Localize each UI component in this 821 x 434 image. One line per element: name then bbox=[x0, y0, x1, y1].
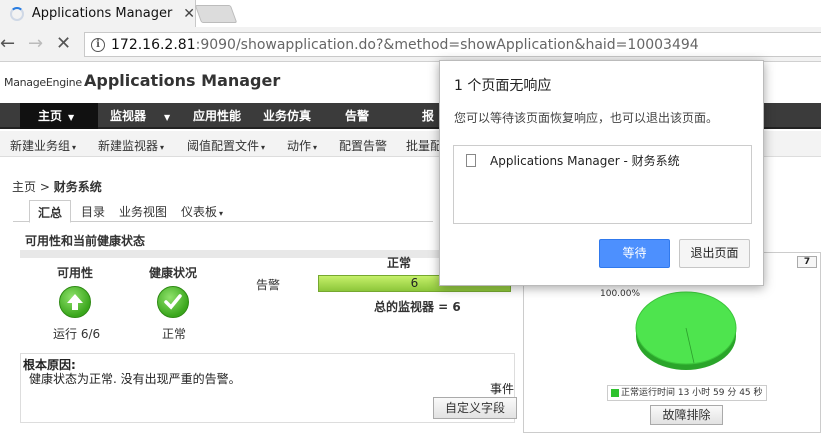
breadcrumb: 主页 > 财务系统 bbox=[12, 178, 102, 195]
dialog-page-list: Applications Manager - 财务系统 bbox=[453, 145, 752, 224]
close-tab-icon[interactable]: ✕ bbox=[183, 6, 195, 22]
normal-label: 正常 bbox=[387, 256, 412, 270]
tab-summary[interactable]: 汇总 bbox=[29, 200, 72, 223]
chevron-down-icon: ▾ bbox=[219, 209, 224, 218]
nav-monitors[interactable]: 监视器 ▼ bbox=[110, 103, 170, 129]
chevron-down-icon: ▾ bbox=[160, 143, 165, 152]
subnav-new-business-group[interactable]: 新建业务组 ▾ bbox=[10, 137, 76, 154]
pie-percent-label: 100.00% bbox=[600, 289, 641, 299]
root-cause-panel: 根本原因: 健康状态为正常. 没有出现严重的告警。 事件 自定义字段 bbox=[20, 353, 517, 423]
new-tab-button[interactable] bbox=[194, 5, 238, 23]
troubleshoot-button[interactable]: 故障排除 bbox=[650, 405, 723, 425]
health-status[interactable]: 正常 bbox=[162, 325, 186, 342]
chevron-down-icon: ▾ bbox=[72, 143, 77, 152]
nav-alarms[interactable]: 告警 bbox=[345, 103, 369, 129]
subnav-new-monitor[interactable]: 新建监视器 ▾ bbox=[98, 137, 164, 154]
events-label: 事件 bbox=[489, 382, 514, 396]
breadcrumb-home[interactable]: 主页 bbox=[12, 180, 36, 194]
tab-business-view[interactable]: 业务视图 bbox=[119, 203, 167, 220]
subnav-bulk-config[interactable]: 批量配 bbox=[406, 137, 442, 154]
breadcrumb-current: 财务系统 bbox=[53, 180, 102, 194]
up-arrow-icon[interactable] bbox=[59, 286, 91, 318]
back-arrow-icon[interactable]: ← bbox=[0, 33, 15, 54]
alarm-label: 告警 bbox=[256, 278, 281, 292]
period-7-button[interactable]: 7 bbox=[797, 256, 817, 268]
browser-tab[interactable]: Applications Manager - ✕ bbox=[0, 0, 196, 27]
dialog-message: 您可以等待该页面恢复响应，也可以退出该页面。 bbox=[454, 111, 719, 125]
loading-spinner-icon bbox=[10, 6, 24, 21]
health-label: 健康状况 bbox=[149, 266, 198, 280]
exit-page-button[interactable]: 退出页面 bbox=[679, 239, 750, 268]
custom-fields-button[interactable]: 自定义字段 bbox=[433, 397, 517, 419]
nav-home[interactable]: 主页 ▼ bbox=[20, 103, 98, 129]
unresponsive-dialog: 1 个页面无响应 您可以等待该页面恢复响应，也可以退出该页面。 Applicat… bbox=[439, 60, 764, 286]
section-title: 可用性和当前健康状态 bbox=[25, 234, 146, 248]
legend-text: 正常运行时间 13 小时 59 分 45 秒 bbox=[621, 388, 763, 398]
chevron-down-icon[interactable]: ▼ bbox=[68, 113, 74, 122]
subnav-configure-alarms[interactable]: 配置告警 bbox=[339, 137, 387, 154]
chevron-down-icon: ▾ bbox=[313, 143, 318, 152]
breadcrumb-separator: > bbox=[39, 180, 50, 194]
forward-arrow-icon[interactable]: → bbox=[28, 33, 43, 54]
tab-title: Applications Manager - bbox=[31, 6, 178, 21]
root-cause-text: 健康状态为正常. 没有出现严重的告警。 bbox=[29, 372, 241, 386]
url-text: 172.16.2.81:9090/showapplication.do?&met… bbox=[111, 36, 699, 53]
dialog-page-item: Applications Manager - 财务系统 bbox=[490, 154, 680, 168]
tab-directory[interactable]: 目录 bbox=[81, 203, 105, 220]
dialog-title: 1 个页面无响应 bbox=[454, 78, 552, 94]
availability-label: 可用性 bbox=[57, 266, 94, 280]
stop-icon[interactable]: ✕ bbox=[56, 33, 71, 54]
checkmark-icon[interactable] bbox=[157, 286, 189, 318]
nav-business-simulation[interactable]: 业务仿真 bbox=[263, 103, 311, 129]
total-monitors: 总的监视器 = 6 bbox=[374, 300, 461, 314]
page-icon bbox=[466, 154, 476, 167]
info-icon[interactable]: i bbox=[91, 37, 105, 52]
subnav-actions[interactable]: 动作 ▾ bbox=[287, 137, 317, 154]
tab-dashboard[interactable]: 仪表板 ▾ bbox=[181, 203, 223, 220]
legend-swatch bbox=[611, 389, 619, 397]
brand-applications-manager: Applications Manager bbox=[84, 71, 281, 90]
brand-manageengine: ManageEngine bbox=[4, 76, 82, 89]
pie-legend: 正常运行时间 13 小时 59 分 45 秒 bbox=[607, 385, 767, 401]
chevron-down-icon: ▾ bbox=[261, 143, 266, 152]
nav-app-performance[interactable]: 应用性能 bbox=[193, 103, 241, 129]
page-tabs: 汇总 目录 业务视图 仪表板 ▾ bbox=[13, 200, 433, 223]
wait-button[interactable]: 等待 bbox=[599, 239, 670, 268]
subnav-threshold-profile[interactable]: 阈值配置文件 ▾ bbox=[187, 137, 265, 154]
nav-reports[interactable]: 报 bbox=[422, 103, 434, 129]
availability-status[interactable]: 运行 6/6 bbox=[53, 325, 100, 342]
address-bar[interactable]: i 172.16.2.81:9090/showapplication.do?&m… bbox=[84, 32, 821, 57]
browser-toolbar: ← → ✕ i 172.16.2.81:9090/showapplication… bbox=[0, 27, 821, 62]
browser-tabstrip: Applications Manager - ✕ bbox=[0, 0, 821, 27]
chevron-down-icon: ▼ bbox=[164, 113, 171, 122]
